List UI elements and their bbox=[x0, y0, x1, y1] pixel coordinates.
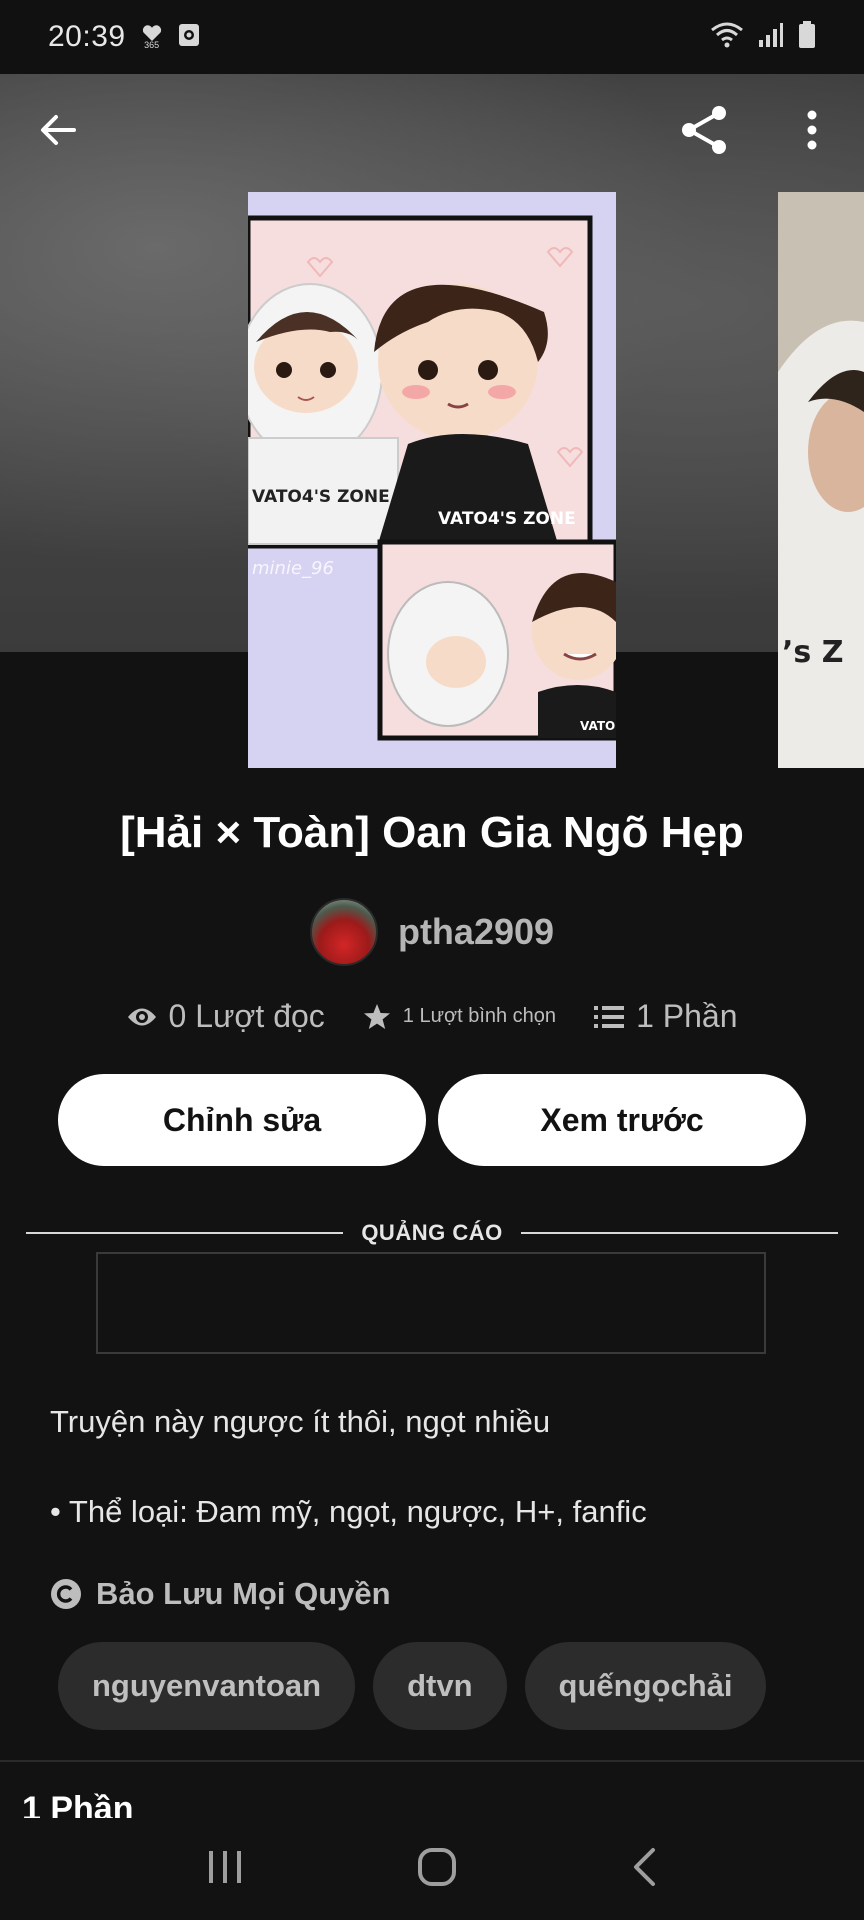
home-icon bbox=[418, 1847, 456, 1886]
star-icon bbox=[363, 1003, 390, 1029]
app-notification-icon bbox=[178, 23, 200, 52]
back-arrow-icon bbox=[41, 115, 76, 145]
tag-list: nguyenvantoan dtvn quếngọchải bbox=[58, 1642, 767, 1730]
share-icon bbox=[682, 106, 726, 154]
chevron-left-icon bbox=[634, 1847, 655, 1886]
battery-icon bbox=[798, 20, 816, 54]
tag-chip[interactable]: quếngọchải bbox=[524, 1642, 767, 1730]
copyright-label: Bảo Lưu Mọi Quyền bbox=[96, 1576, 391, 1611]
ad-divider: QUẢNG CÁO bbox=[26, 1218, 839, 1248]
story-stats: 0 Lượt đọc 1 Lượt bình chọn 1 Phần bbox=[0, 998, 864, 1035]
avatar[interactable] bbox=[309, 898, 378, 966]
side-cover-illustration: ʼs Z bbox=[778, 192, 864, 768]
next-cover-preview[interactable]: ʼs Z bbox=[778, 192, 864, 768]
cover-watermark: minie_96 bbox=[252, 558, 334, 579]
parts-section-title: 1 Phần bbox=[22, 1790, 134, 1820]
divider-line bbox=[520, 1232, 839, 1234]
more-options-button[interactable] bbox=[782, 100, 842, 160]
back-button[interactable] bbox=[28, 100, 88, 160]
list-icon bbox=[594, 1005, 625, 1028]
system-navigation-bar bbox=[0, 1818, 864, 1920]
cover-shirt-text: VATO4'S ZONE bbox=[252, 487, 390, 507]
system-back-button[interactable] bbox=[631, 1847, 657, 1892]
section-divider bbox=[0, 1760, 864, 1762]
story-title: [Hải × Toàn] Oan Gia Ngõ Hẹp bbox=[120, 808, 744, 857]
cover-shirt-text: VATO bbox=[580, 719, 615, 733]
home-button[interactable] bbox=[417, 1847, 457, 1892]
parts-stat: 1 Phần bbox=[594, 998, 737, 1035]
votes-stat: 1 Lượt bình chọn bbox=[363, 1003, 556, 1031]
parts-count: 1 Phần bbox=[636, 998, 738, 1034]
reads-count: 0 Lượt đọc bbox=[168, 998, 325, 1034]
cover-shirt-text: VATO4'S ZONE bbox=[438, 509, 576, 529]
recent-apps-icon bbox=[209, 1850, 241, 1883]
more-vertical-icon bbox=[807, 110, 817, 150]
status-time: 20:39 bbox=[48, 20, 126, 53]
copyright-row: Bảo Lưu Mọi Quyền bbox=[50, 1576, 391, 1612]
copyright-icon bbox=[51, 1579, 81, 1609]
ad-slot[interactable] bbox=[96, 1252, 766, 1354]
story-cover-image[interactable]: VATO4'S ZONE VATO4'S ZONE minie_96 VATO bbox=[248, 192, 616, 768]
signal-icon bbox=[758, 22, 784, 53]
eye-icon bbox=[127, 1008, 156, 1025]
ad-label: QUẢNG CÁO bbox=[361, 1220, 503, 1245]
cover-illustration: VATO4'S ZONE VATO4'S ZONE minie_96 VATO bbox=[248, 192, 616, 768]
tag-chip[interactable]: dtvn bbox=[373, 1642, 507, 1730]
share-button[interactable] bbox=[674, 100, 734, 160]
votes-count: 1 Lượt bình chọn bbox=[402, 1005, 557, 1027]
status-bar: 20:39 365 bbox=[0, 0, 864, 74]
recent-apps-button[interactable] bbox=[207, 1849, 243, 1890]
wifi-icon bbox=[710, 21, 744, 54]
reads-stat: 0 Lượt đọc bbox=[127, 998, 325, 1035]
description-line: • Thể loại: Đam mỹ, ngọt, ngược, H+, fan… bbox=[50, 1494, 647, 1529]
heart-icon: 365 bbox=[142, 24, 162, 50]
health-badge: 365 bbox=[144, 39, 160, 50]
side-cover-text: ʼs Z bbox=[782, 635, 843, 670]
author-name[interactable]: ptha2909 bbox=[398, 911, 554, 953]
author-row[interactable]: ptha2909 bbox=[0, 898, 864, 966]
tag-chip[interactable]: nguyenvantoan bbox=[58, 1642, 356, 1730]
edit-button[interactable]: Chỉnh sửa bbox=[58, 1074, 426, 1166]
divider-line bbox=[26, 1232, 344, 1234]
description-line: Truyện này ngược ít thôi, ngọt nhiều bbox=[50, 1404, 551, 1439]
preview-button[interactable]: Xem trước bbox=[438, 1074, 806, 1166]
